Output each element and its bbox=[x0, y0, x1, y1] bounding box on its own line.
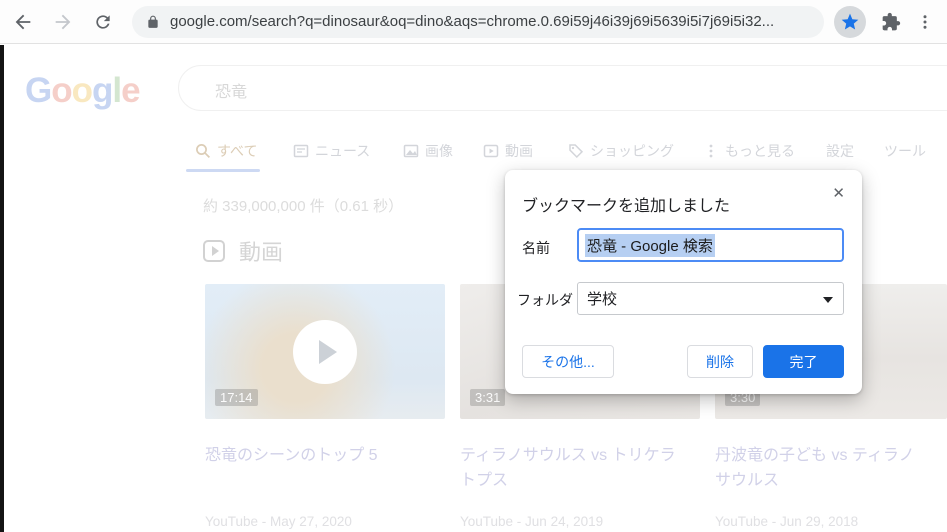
selected-text: 恐竜 - Google 検索 bbox=[585, 234, 715, 257]
url-text: google.com/search?q=dinosaur&oq=dino&aqs… bbox=[170, 13, 774, 30]
videos-section-header: 動画 bbox=[203, 235, 283, 267]
folder-value: 学校 bbox=[587, 288, 617, 309]
search-query-text: 恐竜 bbox=[215, 78, 247, 102]
news-icon bbox=[293, 143, 309, 159]
screen: google.com/search?q=dinosaur&oq=dino&aqs… bbox=[0, 0, 947, 532]
play-button-icon[interactable] bbox=[293, 320, 357, 384]
search-tabs: すべて ニュース 画像 動画 ショッピング もっと見る 設定 bbox=[0, 141, 947, 167]
forward-button[interactable] bbox=[46, 5, 80, 39]
extensions-button[interactable] bbox=[874, 5, 908, 39]
folder-select[interactable]: 学校 bbox=[577, 282, 844, 315]
more-dots-icon bbox=[703, 143, 719, 159]
chevron-down-icon bbox=[823, 297, 833, 303]
forward-arrow-icon bbox=[52, 11, 74, 33]
browser-toolbar: google.com/search?q=dinosaur&oq=dino&aqs… bbox=[0, 0, 947, 44]
dialog-title: ブックマークを追加しました bbox=[522, 192, 730, 216]
tab-all[interactable]: すべて bbox=[195, 141, 257, 161]
close-icon[interactable]: ✕ bbox=[828, 180, 849, 206]
result-stats: 約 339,000,000 件（0.61 秒） bbox=[203, 195, 403, 216]
folder-label: フォルダ bbox=[517, 290, 573, 310]
video-duration-badge: 17:14 bbox=[215, 389, 258, 406]
reload-button[interactable] bbox=[86, 5, 120, 39]
bookmark-star-button[interactable] bbox=[834, 6, 866, 38]
kebab-menu-icon bbox=[916, 13, 934, 31]
videos-icon bbox=[483, 143, 499, 159]
active-tab-underline bbox=[186, 169, 260, 172]
tab-images[interactable]: 画像 bbox=[403, 141, 453, 161]
bookmark-dialog: ブックマークを追加しました ✕ 名前 恐竜 - Google 検索 フォルダ 学… bbox=[505, 170, 862, 394]
video-card[interactable]: 17:14 恐竜のシーンのトップ 5 YouTube - May 27, 202… bbox=[205, 284, 445, 469]
video-duration-badge: 3:31 bbox=[470, 389, 505, 406]
video-title-link[interactable]: ティラノサウルス vs トリケラトプス bbox=[460, 444, 681, 494]
videos-heading: 動画 bbox=[239, 235, 283, 267]
tab-news[interactable]: ニュース bbox=[293, 141, 370, 161]
images-icon bbox=[403, 143, 419, 159]
name-label: 名前 bbox=[522, 238, 550, 258]
video-play-icon bbox=[203, 240, 225, 262]
address-bar[interactable]: google.com/search?q=dinosaur&oq=dino&aqs… bbox=[132, 6, 824, 38]
lock-icon bbox=[146, 15, 160, 29]
done-button[interactable]: 完了 bbox=[763, 345, 844, 378]
tab-settings[interactable]: 設定 bbox=[826, 141, 854, 161]
more-options-button[interactable]: その他... bbox=[522, 345, 614, 378]
search-input[interactable]: 恐竜 bbox=[178, 65, 947, 111]
reload-icon bbox=[93, 12, 113, 32]
video-title-link[interactable]: 丹波竜の子ども vs ティラノサウルス bbox=[715, 444, 928, 494]
google-logo[interactable]: Google bbox=[25, 71, 140, 111]
bookmark-name-input[interactable]: 恐竜 - Google 検索 bbox=[577, 228, 844, 262]
remove-button[interactable]: 削除 bbox=[687, 345, 753, 378]
search-tab-icon bbox=[195, 143, 211, 159]
tab-tools[interactable]: ツール bbox=[884, 141, 926, 161]
star-icon bbox=[840, 12, 860, 32]
browser-menu-button[interactable] bbox=[908, 5, 942, 39]
video-title-link[interactable]: 恐竜のシーンのトップ 5 bbox=[205, 444, 426, 469]
shopping-tag-icon bbox=[568, 143, 584, 159]
puzzle-icon bbox=[881, 12, 901, 32]
tab-more[interactable]: もっと見る bbox=[703, 141, 795, 161]
video-source: YouTube - Jun 29, 2018 bbox=[715, 514, 858, 529]
video-source: YouTube - May 27, 2020 bbox=[205, 514, 352, 529]
tab-videos[interactable]: 動画 bbox=[483, 141, 533, 161]
back-button[interactable] bbox=[6, 5, 40, 39]
screen-edge bbox=[0, 45, 4, 532]
back-arrow-icon bbox=[12, 11, 34, 33]
tab-shopping[interactable]: ショッピング bbox=[568, 141, 674, 161]
video-source: YouTube - Jun 24, 2019 bbox=[460, 514, 603, 529]
video-thumbnail[interactable]: 17:14 bbox=[205, 284, 445, 419]
